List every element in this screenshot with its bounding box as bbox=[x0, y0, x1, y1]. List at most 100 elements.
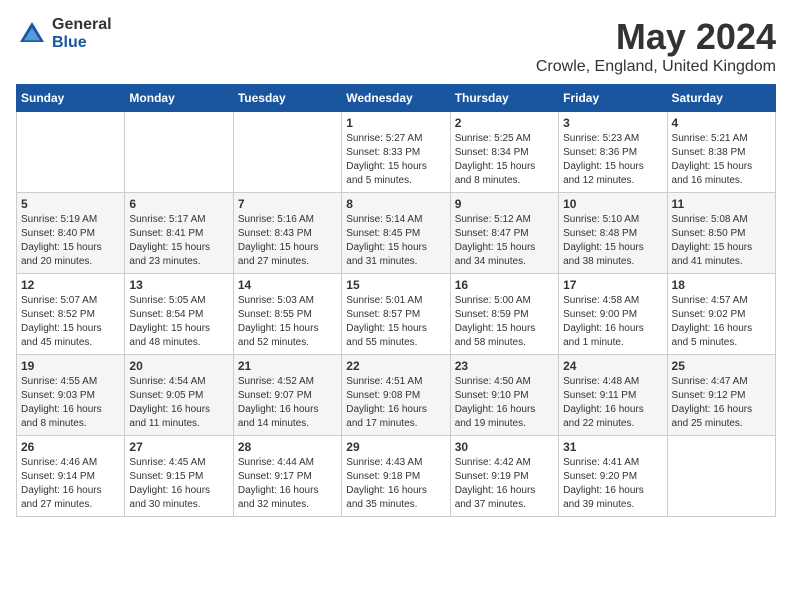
day-info: Sunrise: 5:10 AM Sunset: 8:48 PM Dayligh… bbox=[563, 213, 662, 269]
day-info: Sunrise: 4:48 AM Sunset: 9:11 PM Dayligh… bbox=[563, 375, 662, 431]
calendar-cell bbox=[17, 112, 125, 193]
day-number: 27 bbox=[129, 440, 228, 454]
title-area: May 2024 Crowle, England, United Kingdom bbox=[536, 16, 776, 76]
day-number: 3 bbox=[563, 116, 662, 130]
day-number: 29 bbox=[346, 440, 445, 454]
calendar-cell: 9Sunrise: 5:12 AM Sunset: 8:47 PM Daylig… bbox=[450, 193, 558, 274]
calendar-cell: 27 Sunrise: 4:45 AM Sunset: 9:15 PM Dayli… bbox=[125, 436, 233, 517]
logo-general-label: General bbox=[52, 16, 112, 34]
day-info: Sunrise: 4:52 AM Sunset: 9:07 PM Dayligh… bbox=[238, 375, 337, 431]
day-info: Sunrise: 5:08 AM Sunset: 8:50 PM Dayligh… bbox=[672, 213, 771, 269]
day-number: 5 bbox=[21, 197, 120, 211]
day-info: Sunrise: 4:45 AM Sunset: 9:15 PM Dayligh… bbox=[129, 456, 228, 512]
calendar-cell: 12Sunrise: 5:07 AM Sunset: 8:52 PM Dayli… bbox=[17, 274, 125, 355]
day-number: 15 bbox=[346, 278, 445, 292]
calendar-cell bbox=[125, 112, 233, 193]
day-info: Sunrise: 4:46 AM Sunset: 9:14 PM Dayligh… bbox=[21, 456, 120, 512]
calendar-cell: 10 Sunrise: 5:10 AM Sunset: 8:48 PM Dayli… bbox=[559, 193, 667, 274]
day-number: 26 bbox=[21, 440, 120, 454]
month-title: May 2024 bbox=[536, 16, 776, 58]
calendar-cell: 20Sunrise: 4:54 AM Sunset: 9:05 PM Dayli… bbox=[125, 355, 233, 436]
day-info: Sunrise: 5:01 AM Sunset: 8:57 PM Dayligh… bbox=[346, 294, 445, 350]
calendar-cell: 25Sunrise: 4:47 AM Sunset: 9:12 PM Dayli… bbox=[667, 355, 775, 436]
calendar-cell: 17Sunrise: 4:58 AM Sunset: 9:00 PM Dayli… bbox=[559, 274, 667, 355]
day-info: Sunrise: 5:23 AM Sunset: 8:36 PM Dayligh… bbox=[563, 132, 662, 188]
day-number: 11 bbox=[672, 197, 771, 211]
calendar-cell: 2Sunrise: 5:25 AM Sunset: 8:34 PM Daylig… bbox=[450, 112, 558, 193]
calendar-cell: 30 Sunrise: 4:42 AM Sunset: 9:19 PM Dayli… bbox=[450, 436, 558, 517]
day-info: Sunrise: 5:17 AM Sunset: 8:41 PM Dayligh… bbox=[129, 213, 228, 269]
calendar-cell: 21 Sunrise: 4:52 AM Sunset: 9:07 PM Dayli… bbox=[233, 355, 341, 436]
day-number: 31 bbox=[563, 440, 662, 454]
day-info: Sunrise: 5:05 AM Sunset: 8:54 PM Dayligh… bbox=[129, 294, 228, 350]
day-number: 13 bbox=[129, 278, 228, 292]
day-number: 2 bbox=[455, 116, 554, 130]
calendar-cell: 6Sunrise: 5:17 AM Sunset: 8:41 PM Daylig… bbox=[125, 193, 233, 274]
day-info: Sunrise: 4:44 AM Sunset: 9:17 PM Dayligh… bbox=[238, 456, 337, 512]
calendar-cell: 22Sunrise: 4:51 AM Sunset: 9:08 PM Dayli… bbox=[342, 355, 450, 436]
day-number: 7 bbox=[238, 197, 337, 211]
calendar-week-row: 12Sunrise: 5:07 AM Sunset: 8:52 PM Dayli… bbox=[17, 274, 776, 355]
day-info: Sunrise: 5:14 AM Sunset: 8:45 PM Dayligh… bbox=[346, 213, 445, 269]
calendar-cell: 23 Sunrise: 4:50 AM Sunset: 9:10 PM Dayli… bbox=[450, 355, 558, 436]
day-number: 30 bbox=[455, 440, 554, 454]
calendar-header-row: SundayMondayTuesdayWednesdayThursdayFrid… bbox=[17, 85, 776, 112]
day-info: Sunrise: 5:21 AM Sunset: 8:38 PM Dayligh… bbox=[672, 132, 771, 188]
calendar-cell: 1Sunrise: 5:27 AM Sunset: 8:33 PM Daylig… bbox=[342, 112, 450, 193]
calendar-week-row: 5 Sunrise: 5:19 AM Sunset: 8:40 PM Daylig… bbox=[17, 193, 776, 274]
day-number: 22 bbox=[346, 359, 445, 373]
day-number: 23 bbox=[455, 359, 554, 373]
day-number: 18 bbox=[672, 278, 771, 292]
calendar-cell: 24 Sunrise: 4:48 AM Sunset: 9:11 PM Dayli… bbox=[559, 355, 667, 436]
calendar-cell: 19 Sunrise: 4:55 AM Sunset: 9:03 PM Dayli… bbox=[17, 355, 125, 436]
day-number: 12 bbox=[21, 278, 120, 292]
day-info: Sunrise: 4:50 AM Sunset: 9:10 PM Dayligh… bbox=[455, 375, 554, 431]
day-number: 9 bbox=[455, 197, 554, 211]
day-number: 17 bbox=[563, 278, 662, 292]
day-number: 28 bbox=[238, 440, 337, 454]
day-header-friday: Friday bbox=[559, 85, 667, 112]
calendar-cell: 5 Sunrise: 5:19 AM Sunset: 8:40 PM Daylig… bbox=[17, 193, 125, 274]
logo-text: General Blue bbox=[52, 16, 112, 51]
logo-blue-label: Blue bbox=[52, 34, 112, 52]
day-header-sunday: Sunday bbox=[17, 85, 125, 112]
calendar-cell: 8 Sunrise: 5:14 AM Sunset: 8:45 PM Daylig… bbox=[342, 193, 450, 274]
calendar-week-row: 26 Sunrise: 4:46 AM Sunset: 9:14 PM Dayli… bbox=[17, 436, 776, 517]
calendar-cell: 7 Sunrise: 5:16 AM Sunset: 8:43 PM Daylig… bbox=[233, 193, 341, 274]
day-info: Sunrise: 5:03 AM Sunset: 8:55 PM Dayligh… bbox=[238, 294, 337, 350]
calendar-cell bbox=[667, 436, 775, 517]
calendar-cell: 4 Sunrise: 5:21 AM Sunset: 8:38 PM Daylig… bbox=[667, 112, 775, 193]
day-number: 16 bbox=[455, 278, 554, 292]
day-number: 24 bbox=[563, 359, 662, 373]
day-number: 10 bbox=[563, 197, 662, 211]
day-info: Sunrise: 4:55 AM Sunset: 9:03 PM Dayligh… bbox=[21, 375, 120, 431]
logo: General Blue bbox=[16, 16, 112, 51]
calendar-cell: 11 Sunrise: 5:08 AM Sunset: 8:50 PM Dayli… bbox=[667, 193, 775, 274]
calendar-table: SundayMondayTuesdayWednesdayThursdayFrid… bbox=[16, 84, 776, 517]
header: General Blue May 2024 Crowle, England, U… bbox=[16, 16, 776, 76]
day-header-tuesday: Tuesday bbox=[233, 85, 341, 112]
day-number: 14 bbox=[238, 278, 337, 292]
calendar-cell: 29 Sunrise: 4:43 AM Sunset: 9:18 PM Dayli… bbox=[342, 436, 450, 517]
calendar-cell: 3 Sunrise: 5:23 AM Sunset: 8:36 PM Daylig… bbox=[559, 112, 667, 193]
calendar-cell bbox=[233, 112, 341, 193]
day-info: Sunrise: 5:00 AM Sunset: 8:59 PM Dayligh… bbox=[455, 294, 554, 350]
calendar-cell: 14 Sunrise: 5:03 AM Sunset: 8:55 PM Dayli… bbox=[233, 274, 341, 355]
day-info: Sunrise: 4:47 AM Sunset: 9:12 PM Dayligh… bbox=[672, 375, 771, 431]
day-number: 19 bbox=[21, 359, 120, 373]
day-header-monday: Monday bbox=[125, 85, 233, 112]
day-info: Sunrise: 5:19 AM Sunset: 8:40 PM Dayligh… bbox=[21, 213, 120, 269]
location: Crowle, England, United Kingdom bbox=[536, 58, 776, 76]
day-info: Sunrise: 4:43 AM Sunset: 9:18 PM Dayligh… bbox=[346, 456, 445, 512]
day-number: 8 bbox=[346, 197, 445, 211]
day-info: Sunrise: 5:27 AM Sunset: 8:33 PM Dayligh… bbox=[346, 132, 445, 188]
logo-icon bbox=[16, 18, 48, 50]
day-info: Sunrise: 4:54 AM Sunset: 9:05 PM Dayligh… bbox=[129, 375, 228, 431]
day-header-wednesday: Wednesday bbox=[342, 85, 450, 112]
day-header-thursday: Thursday bbox=[450, 85, 558, 112]
calendar-cell: 26 Sunrise: 4:46 AM Sunset: 9:14 PM Dayli… bbox=[17, 436, 125, 517]
day-number: 4 bbox=[672, 116, 771, 130]
day-number: 21 bbox=[238, 359, 337, 373]
day-info: Sunrise: 5:16 AM Sunset: 8:43 PM Dayligh… bbox=[238, 213, 337, 269]
day-info: Sunrise: 4:42 AM Sunset: 9:19 PM Dayligh… bbox=[455, 456, 554, 512]
